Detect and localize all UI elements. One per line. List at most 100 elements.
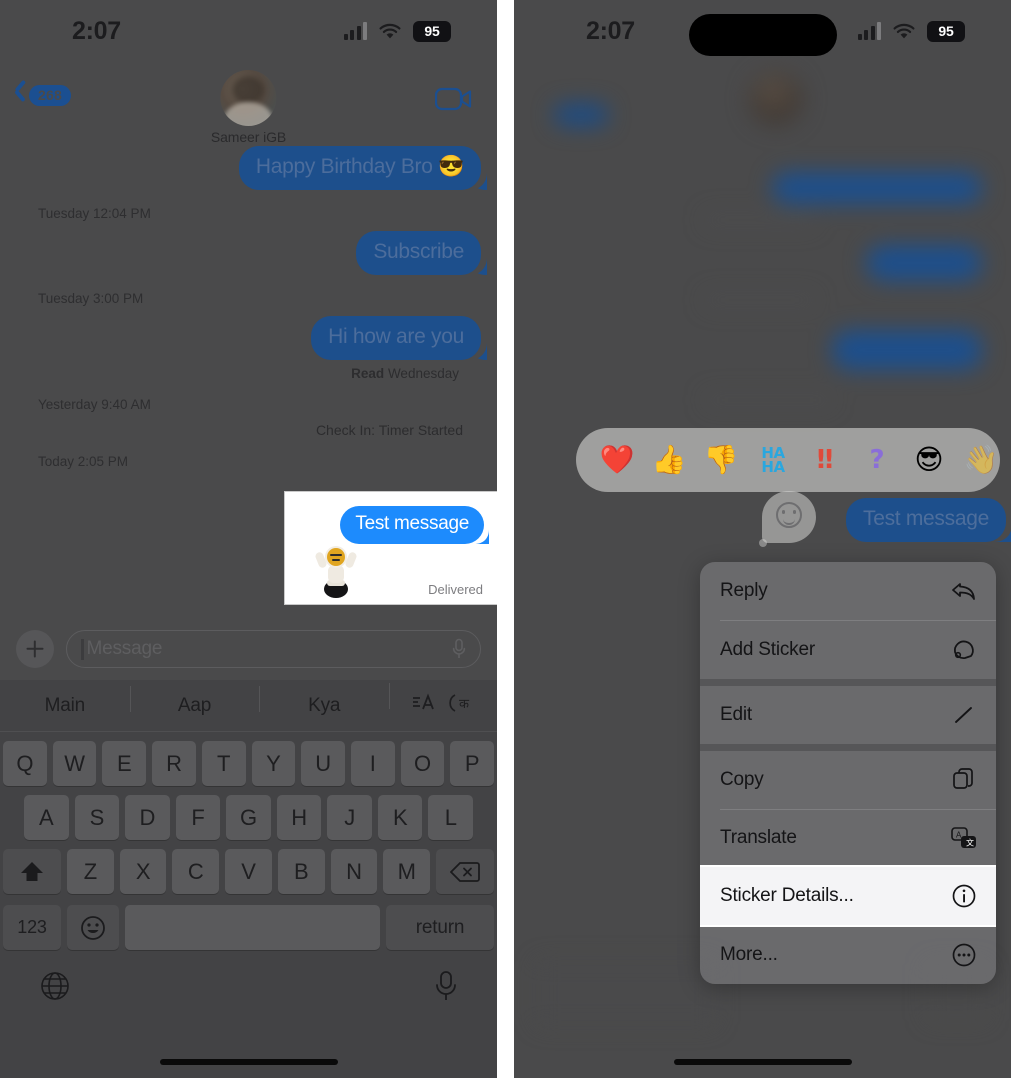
message-bubble[interactable]: Subscribe bbox=[356, 231, 481, 275]
message-input[interactable]: Message bbox=[66, 630, 481, 668]
globe-icon[interactable] bbox=[40, 971, 70, 1006]
message-placeholder: Message bbox=[86, 638, 163, 659]
battery-icon: 95 bbox=[413, 20, 451, 42]
key-j[interactable]: J bbox=[327, 795, 372, 840]
key-r[interactable]: R bbox=[152, 741, 196, 786]
tapback-reaction-bar[interactable]: ❤️ 👍 👎 HA HA ‼ ? 😎 👋 bbox=[576, 428, 1000, 492]
astronaut-sticker[interactable] bbox=[313, 540, 359, 598]
key-p[interactable]: P bbox=[450, 741, 495, 786]
prediction-1[interactable]: Aap bbox=[129, 685, 260, 717]
context-menu-label: Translate bbox=[720, 827, 797, 848]
context-menu-separator bbox=[700, 743, 996, 751]
key-l[interactable]: L bbox=[428, 795, 474, 840]
thumbs-up-reaction[interactable]: 👍 bbox=[644, 446, 694, 474]
context-menu-item-sticker-details[interactable]: Sticker Details... bbox=[700, 867, 996, 925]
question-reaction[interactable]: ? bbox=[852, 447, 902, 473]
heart-reaction[interactable]: ❤️ bbox=[592, 446, 642, 474]
status-bar: 2:07 95 bbox=[514, 0, 1011, 62]
key-t[interactable]: T bbox=[201, 741, 246, 786]
key-s[interactable]: S bbox=[74, 795, 120, 840]
key-u[interactable]: U bbox=[301, 741, 345, 786]
video-camera-icon[interactable] bbox=[434, 86, 473, 112]
unread-count-badge: 268 bbox=[29, 84, 71, 106]
on-screen-keyboard[interactable]: Main Aap Kya क Q W E R T Y U I O P A S D… bbox=[0, 680, 497, 1078]
back-button[interactable]: 268 bbox=[14, 84, 71, 106]
key-y[interactable]: Y bbox=[251, 741, 296, 786]
emoji-reaction[interactable]: 😎 bbox=[904, 446, 954, 474]
context-menu-item-reply[interactable]: Reply bbox=[700, 562, 996, 620]
message-bubble[interactable]: Hi how are you bbox=[311, 316, 481, 360]
hindi-keyboard-icon[interactable]: क bbox=[449, 692, 475, 719]
pencil-icon bbox=[950, 701, 978, 729]
plus-icon[interactable] bbox=[16, 630, 54, 668]
context-menu-item-copy[interactable]: Copy bbox=[700, 751, 996, 809]
copy-icon bbox=[950, 766, 978, 794]
thumbs-down-reaction[interactable]: 👎 bbox=[696, 446, 746, 474]
key-k[interactable]: K bbox=[377, 795, 423, 840]
text-format-icon[interactable] bbox=[411, 692, 435, 719]
predictive-text-bar: Main Aap Kya क bbox=[0, 680, 497, 732]
message-row[interactable]: Subscribe bbox=[16, 231, 481, 275]
key-z[interactable]: Z bbox=[66, 849, 114, 894]
prediction-0[interactable]: Main bbox=[0, 695, 130, 717]
key-v[interactable]: V bbox=[225, 849, 272, 894]
status-bar-indicators: 95 bbox=[343, 20, 451, 42]
message-context-menu[interactable]: Reply Add Sticker Edit Copy Translate A … bbox=[700, 562, 996, 984]
blurred-message-bubble bbox=[772, 172, 982, 204]
key-c[interactable]: C bbox=[172, 849, 220, 894]
key-i[interactable]: I bbox=[350, 741, 395, 786]
delete-icon[interactable] bbox=[436, 849, 495, 894]
thread-timestamp: Tuesday 3:00 PM bbox=[38, 291, 144, 306]
prediction-2[interactable]: Kya bbox=[259, 685, 389, 717]
key-w[interactable]: W bbox=[52, 741, 97, 786]
space-key[interactable] bbox=[125, 905, 380, 950]
read-receipt-time: Wednesday bbox=[384, 366, 459, 381]
ellipsis-circle-icon bbox=[950, 941, 978, 969]
message-bubble[interactable]: Happy Birthday Bro 😎 bbox=[238, 146, 481, 190]
contact-header[interactable]: Sameer iGB bbox=[211, 70, 286, 145]
wifi-icon bbox=[379, 23, 401, 40]
battery-icon: 95 bbox=[927, 20, 965, 42]
key-x[interactable]: X bbox=[119, 849, 167, 894]
key-n[interactable]: N bbox=[330, 849, 378, 894]
contact-name: Sameer iGB bbox=[210, 129, 287, 145]
context-menu-item-more[interactable]: More... bbox=[700, 926, 996, 984]
return-key[interactable]: return bbox=[386, 905, 494, 950]
blurred-timestamp bbox=[704, 292, 816, 308]
key-d[interactable]: D bbox=[125, 795, 170, 840]
sticker-chip-tail-dot bbox=[759, 539, 767, 547]
key-f[interactable]: F bbox=[175, 795, 221, 840]
key-e[interactable]: E bbox=[102, 741, 147, 786]
shift-icon[interactable] bbox=[2, 849, 61, 894]
numbers-key[interactable]: 123 bbox=[3, 905, 61, 950]
context-menu-label: Reply bbox=[720, 580, 768, 601]
key-q[interactable]: Q bbox=[2, 741, 47, 786]
context-menu-item-edit[interactable]: Edit bbox=[700, 686, 996, 744]
key-g[interactable]: G bbox=[226, 795, 271, 840]
dictation-microphone-icon[interactable] bbox=[435, 970, 457, 1007]
exclamation-reaction[interactable]: ‼ bbox=[800, 447, 850, 473]
haha-reaction[interactable]: HA HA bbox=[748, 445, 798, 474]
read-receipt-status: Read bbox=[351, 366, 385, 381]
smiley-face-glyph bbox=[776, 501, 802, 528]
context-menu-item-add-sticker[interactable]: Add Sticker bbox=[700, 621, 996, 679]
message-row[interactable]: Happy Birthday Bro 😎 bbox=[16, 146, 481, 190]
key-a[interactable]: A bbox=[23, 795, 69, 840]
emoji-icon[interactable] bbox=[67, 905, 119, 950]
key-h[interactable]: H bbox=[276, 795, 322, 840]
dynamic-island bbox=[688, 14, 837, 56]
more-reactions[interactable]: 👋 bbox=[956, 446, 1000, 474]
highlighted-message-bubble[interactable]: Test message bbox=[340, 506, 484, 544]
key-b[interactable]: B bbox=[277, 849, 325, 894]
focused-message-bubble[interactable]: Test message bbox=[846, 498, 1006, 542]
context-menu-item-translate[interactable]: Translate A 文 bbox=[700, 809, 996, 867]
sticker-smiley-icon[interactable] bbox=[759, 491, 816, 547]
key-o[interactable]: O bbox=[400, 741, 445, 786]
context-menu-label: Edit bbox=[720, 703, 752, 725]
svg-text:A: A bbox=[956, 831, 962, 840]
highlight-callout: Test message Delivered bbox=[284, 491, 497, 605]
keyboard-footer bbox=[0, 950, 497, 1007]
microphone-icon[interactable] bbox=[452, 638, 466, 660]
message-row[interactable]: Hi how are you bbox=[16, 316, 481, 360]
key-m[interactable]: M bbox=[383, 849, 431, 894]
